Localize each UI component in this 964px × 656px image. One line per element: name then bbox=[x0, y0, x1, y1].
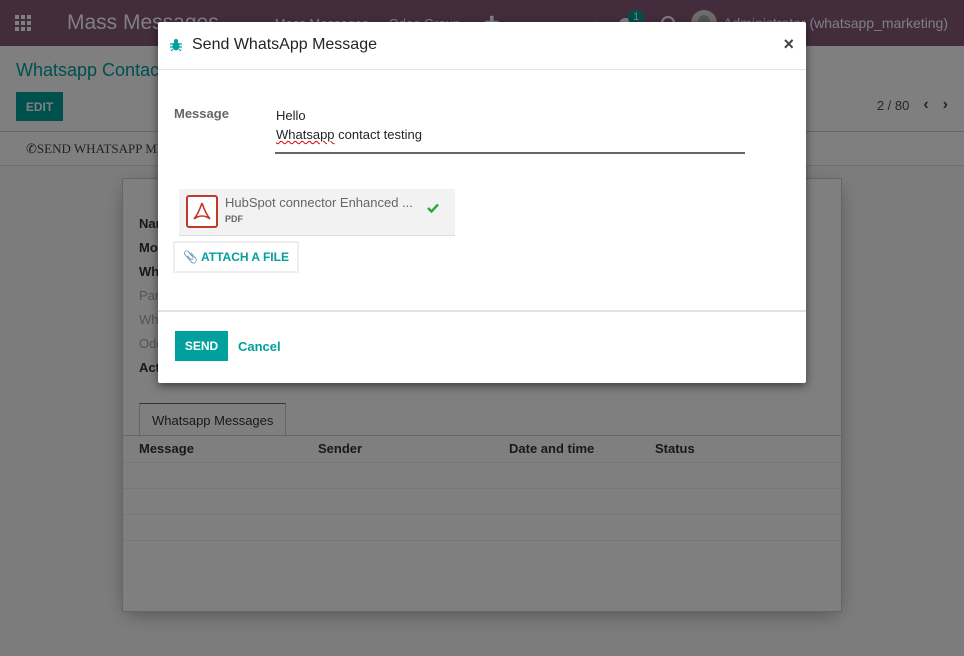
send-button[interactable]: SEND bbox=[175, 331, 228, 361]
modal-header: Send WhatsApp Message × bbox=[158, 22, 806, 70]
message-input[interactable]: Hello Whatsapp contact testing bbox=[275, 106, 745, 154]
attach-file-label: ATTACH A FILE bbox=[200, 250, 289, 264]
misspelled-word: Whatsapp bbox=[276, 127, 335, 142]
bug-icon bbox=[170, 39, 182, 52]
attachment-card[interactable]: HubSpot connector Enhanced ... PDF bbox=[179, 189, 455, 236]
message-line-1: Hello bbox=[276, 108, 306, 123]
check-icon bbox=[427, 203, 439, 213]
attachment-type: PDF bbox=[225, 214, 243, 224]
modal-title: Send WhatsApp Message bbox=[192, 36, 377, 53]
send-whatsapp-dialog: Send WhatsApp Message × Message Hello Wha… bbox=[158, 22, 806, 383]
message-line-2-rest: contact testing bbox=[334, 127, 422, 142]
pdf-file-icon bbox=[186, 195, 218, 228]
cancel-button[interactable]: Cancel bbox=[238, 339, 281, 354]
close-icon[interactable]: × bbox=[783, 34, 794, 55]
attach-file-button[interactable]: 📎 ATTACH A FILE bbox=[173, 241, 299, 273]
message-line-2: Whatsapp contact testing bbox=[276, 125, 744, 144]
attachment-name: HubSpot connector Enhanced ... bbox=[225, 195, 413, 210]
paperclip-icon: 📎 bbox=[183, 250, 198, 264]
modal-footer: SEND Cancel bbox=[158, 310, 806, 383]
message-label: Message bbox=[174, 106, 229, 121]
